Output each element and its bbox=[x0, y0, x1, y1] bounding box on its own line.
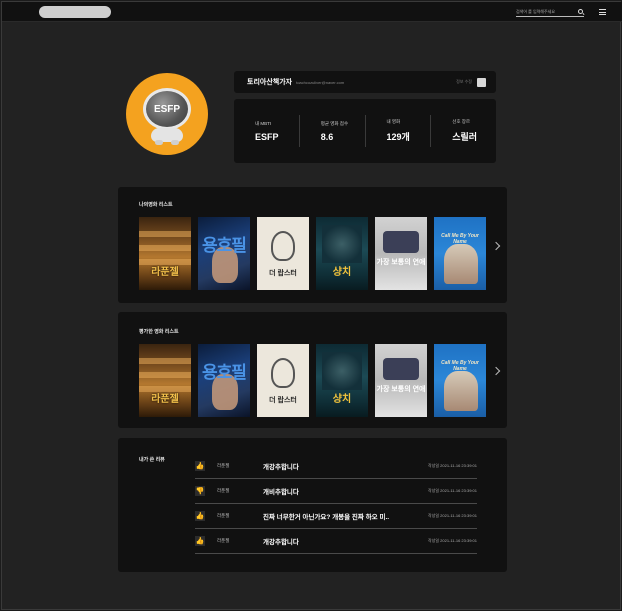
my-movie-list-panel: 나의영화 리스트 라푼젤 용호필 더 랍스터 샹치 가장 보통의 연애 Call… bbox=[118, 187, 507, 303]
poster-title: 더 랍스터 bbox=[269, 270, 297, 277]
movie-poster[interactable]: 가장 보통의 연애 bbox=[375, 217, 427, 290]
poster-title: 라푼젤 bbox=[151, 267, 179, 278]
profile-stats: 내 MBTI ESFP 평균 영화 점수 8.6 내 영화 129개 선호 장르… bbox=[234, 99, 496, 163]
my-reviews-title: 내가 쓴 리뷰 bbox=[139, 457, 165, 463]
review-movie: 라푼젤 bbox=[217, 488, 230, 493]
review-date: 작성일 2021-11-16 23:39:01 bbox=[428, 463, 477, 468]
my-movie-list-title: 나의영화 리스트 bbox=[139, 202, 173, 208]
stat-my-movies: 내 영화 129개 bbox=[366, 115, 432, 147]
movie-poster[interactable]: Call Me By Your Name bbox=[434, 344, 486, 417]
rated-movie-list-title: 평가한 영화 리스트 bbox=[139, 329, 179, 335]
rated-movie-posters: 라푼젤 용호필 더 랍스터 샹치 가장 보통의 연애 Call Me By Yo… bbox=[139, 344, 486, 417]
astronaut-avatar-icon: ESFP bbox=[141, 82, 193, 146]
thumbs-up-icon: 👍 bbox=[195, 511, 205, 521]
poster-title: 샹치 bbox=[332, 267, 352, 278]
poster-title: 가장 보통의 연애 bbox=[376, 259, 426, 266]
stat-value: 스릴러 bbox=[452, 132, 478, 142]
movie-poster[interactable]: 라푼젤 bbox=[139, 217, 191, 290]
menu-icon[interactable] bbox=[599, 9, 606, 15]
profile-avatar: ESFP bbox=[126, 73, 208, 155]
review-movie: 라푼젤 bbox=[217, 538, 230, 543]
search-input[interactable] bbox=[516, 8, 574, 14]
poster-title: 라푼젤 bbox=[151, 394, 179, 405]
review-date: 작성일 2021-11-16 23:39:01 bbox=[428, 488, 477, 493]
poster-title: 가장 보통의 연애 bbox=[376, 386, 426, 393]
movie-poster[interactable]: 더 랍스터 bbox=[257, 217, 309, 290]
movie-poster[interactable]: Call Me By Your Name bbox=[434, 217, 486, 290]
movie-poster[interactable]: 용호필 bbox=[198, 217, 250, 290]
review-text: 개비추합니다 bbox=[263, 489, 299, 496]
rated-movie-list-panel: 평가한 영화 리스트 라푼젤 용호필 더 랍스터 샹치 가장 보통의 연애 Ca… bbox=[118, 312, 507, 428]
edit-icon[interactable] bbox=[477, 77, 486, 87]
top-navigation-bar bbox=[2, 2, 622, 22]
review-text: 개강추합니다 bbox=[263, 539, 299, 546]
review-row[interactable]: 👍 라푼젤 개강추합니다 작성일 2021-11-16 23:39:01 bbox=[195, 454, 477, 479]
stat-value: 8.6 bbox=[320, 131, 334, 142]
page: ESFP 토리아산책가자 toachcozuliver@naver.com 정보… bbox=[1, 1, 622, 610]
profile-email: toachcozuliver@naver.com bbox=[296, 79, 345, 85]
stat-value: ESFP bbox=[255, 131, 279, 142]
review-text: 개강추합니다 bbox=[263, 464, 299, 471]
movie-poster[interactable]: 더 랍스터 bbox=[257, 344, 309, 417]
review-movie: 라푼젤 bbox=[217, 463, 230, 468]
movie-poster[interactable]: 가장 보통의 연애 bbox=[375, 344, 427, 417]
review-row[interactable]: 👍 라푼젤 진짜 너무한거 아닌가요? 개봉을 진짜 하오 미.. 작성일 20… bbox=[195, 504, 477, 529]
search-icon[interactable] bbox=[578, 8, 583, 14]
poster-title: 용호필 bbox=[202, 363, 247, 382]
stat-label: 내 영화 bbox=[386, 119, 401, 124]
movie-poster[interactable]: 라푼젤 bbox=[139, 344, 191, 417]
profile-nickname: 토리아산책가자 bbox=[247, 79, 293, 86]
edit-profile-label: 정보 수정 bbox=[456, 79, 472, 84]
thumbs-up-icon: 👍 bbox=[195, 536, 205, 546]
stat-label: 평균 영화 점수 bbox=[320, 120, 349, 126]
stat-mbti: 내 MBTI ESFP bbox=[234, 115, 300, 147]
thumbs-up-icon: 👍 bbox=[195, 461, 205, 471]
review-row[interactable]: 👍 라푼젤 개강추합니다 작성일 2021-11-16 23:39:01 bbox=[195, 529, 477, 554]
review-date: 작성일 2021-11-16 23:39:01 bbox=[428, 513, 477, 518]
poster-title: 용호필 bbox=[202, 236, 247, 255]
edit-profile-button[interactable]: 정보 수정 bbox=[456, 77, 486, 87]
stat-label: 내 MBTI bbox=[255, 120, 272, 126]
poster-title: 더 랍스터 bbox=[269, 397, 297, 404]
profile-header: 토리아산책가자 toachcozuliver@naver.com 정보 수정 bbox=[234, 71, 496, 93]
movie-poster[interactable]: 샹치 bbox=[316, 344, 368, 417]
movie-poster[interactable]: 용호필 bbox=[198, 344, 250, 417]
review-row[interactable]: 👎 라푼젤 개비추합니다 작성일 2021-11-16 23:39:01 bbox=[195, 479, 477, 504]
review-date: 작성일 2021-11-16 23:39:01 bbox=[428, 538, 477, 543]
poster-title: 샹치 bbox=[332, 394, 352, 405]
stat-favorite-genre: 선호 장르 스릴러 bbox=[431, 115, 496, 147]
review-list: 👍 라푼젤 개강추합니다 작성일 2021-11-16 23:39:01 👎 라… bbox=[195, 454, 477, 554]
chevron-right-icon[interactable] bbox=[491, 241, 501, 251]
stat-label: 선호 장르 bbox=[452, 119, 471, 124]
stat-average-score: 평균 영화 점수 8.6 bbox=[300, 115, 366, 147]
movie-poster[interactable]: 샹치 bbox=[316, 217, 368, 290]
logo[interactable] bbox=[39, 6, 111, 18]
chevron-right-icon[interactable] bbox=[491, 366, 501, 376]
review-movie: 라푼젤 bbox=[217, 513, 230, 518]
my-reviews-panel: 내가 쓴 리뷰 👍 라푼젤 개강추합니다 작성일 2021-11-16 23:3… bbox=[118, 438, 507, 572]
thumbs-down-icon: 👎 bbox=[195, 486, 205, 496]
avatar-mbti-label: ESFP bbox=[153, 103, 181, 115]
stat-value: 129개 bbox=[386, 132, 410, 142]
search-bar bbox=[516, 6, 584, 17]
my-movie-posters: 라푼젤 용호필 더 랍스터 샹치 가장 보통의 연애 Call Me By Yo… bbox=[139, 217, 486, 290]
review-text: 진짜 너무한거 아닌가요? 개봉을 진짜 하오 미.. bbox=[263, 514, 390, 521]
